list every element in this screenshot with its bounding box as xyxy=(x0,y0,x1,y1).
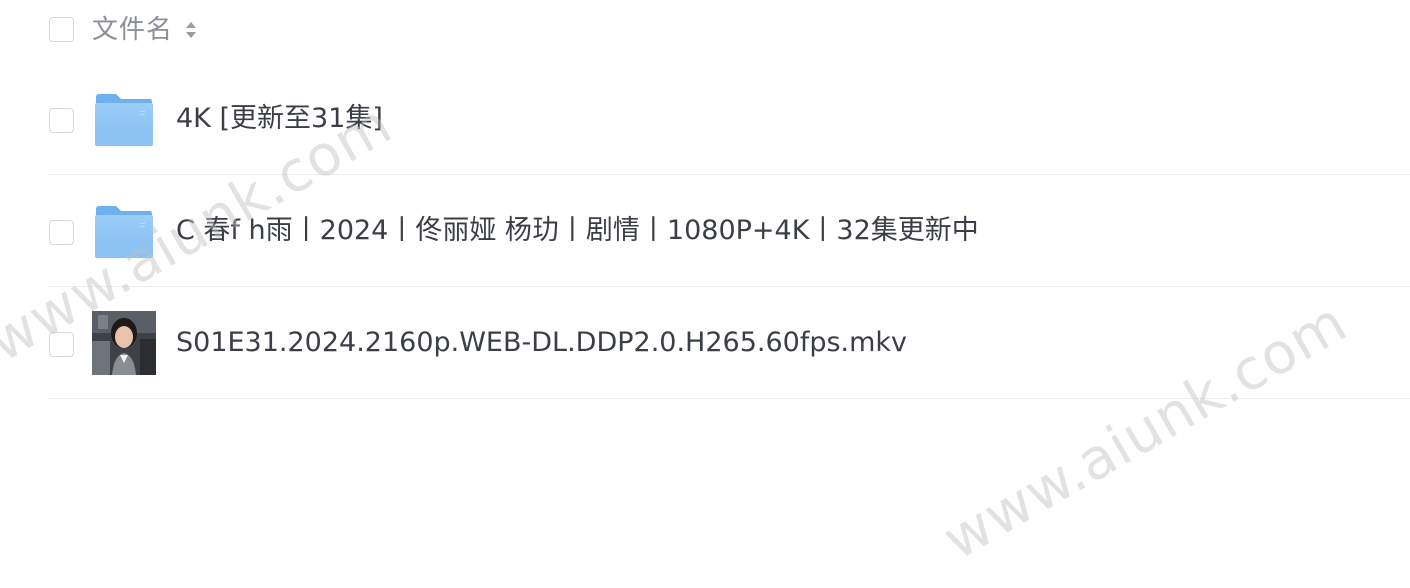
file-row[interactable]: 4K [更新至31集] xyxy=(0,63,1410,175)
row-checkbox[interactable] xyxy=(49,108,74,133)
file-name[interactable]: S01E31.2024.2160p.WEB-DL.DDP2.0.H265.60f… xyxy=(176,326,907,360)
row-divider xyxy=(48,398,1410,399)
file-row[interactable]: S01E31.2024.2160p.WEB-DL.DDP2.0.H265.60f… xyxy=(0,287,1410,399)
select-all-checkbox[interactable] xyxy=(49,17,74,42)
file-name[interactable]: C 春f h雨丨2024丨佟丽娅 杨玏丨剧情丨1080P+4K丨32集更新中 xyxy=(176,214,979,248)
file-name[interactable]: 4K [更新至31集] xyxy=(176,102,383,136)
sort-icon[interactable] xyxy=(185,19,197,41)
row-checkbox[interactable] xyxy=(49,332,74,357)
file-list-header: 文件名 xyxy=(0,0,1410,62)
file-row[interactable]: C 春f h雨丨2024丨佟丽娅 杨玏丨剧情丨1080P+4K丨32集更新中 xyxy=(0,175,1410,287)
folder-icon xyxy=(95,206,153,258)
column-header-filename[interactable]: 文件名 xyxy=(92,13,173,47)
folder-icon xyxy=(95,94,153,146)
row-checkbox[interactable] xyxy=(49,220,74,245)
video-thumbnail xyxy=(92,311,156,375)
file-list: 文件名 4K [更新至31集] C 春f h雨丨2024丨佟丽娅 杨玏丨剧情丨1… xyxy=(0,0,1410,588)
